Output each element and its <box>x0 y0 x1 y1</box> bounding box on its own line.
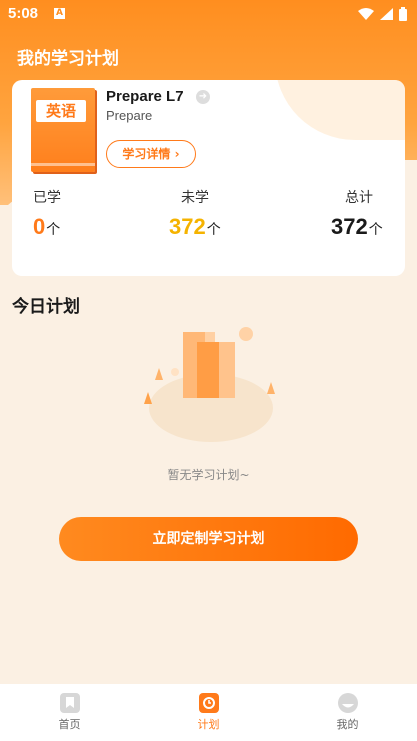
switch-book-icon[interactable]: ➜ <box>196 90 210 104</box>
tab-home-label: 首页 <box>58 718 81 731</box>
chevron-right-icon: › <box>170 147 180 161</box>
today-plan-title: 今日计划 <box>12 297 80 317</box>
tab-plan[interactable]: 计划 <box>139 684 278 741</box>
book-title: Prepare L7 <box>106 88 184 105</box>
signal-icon <box>380 8 393 20</box>
wifi-icon <box>358 8 374 20</box>
page-title: 我的学习计划 <box>17 49 119 69</box>
book-cover[interactable]: 英语 <box>31 88 95 172</box>
stat-total-value: 372个 <box>331 214 383 239</box>
tab-profile-label: 我的 <box>336 718 359 731</box>
study-detail-button[interactable]: 学习详情 › <box>106 140 196 168</box>
stat-learned-label: 已学 <box>33 190 61 206</box>
stat-learned-value: 0个 <box>33 214 61 239</box>
tab-profile[interactable]: 我的 <box>278 684 417 741</box>
profile-icon <box>337 693 358 713</box>
status-a-badge: A <box>54 8 65 19</box>
clock-icon <box>198 693 219 713</box>
tab-plan-label: 计划 <box>197 718 220 731</box>
tab-home[interactable]: 首页 <box>0 684 139 741</box>
bookmark-icon <box>59 693 80 713</box>
empty-plan-text: 暂无学习计划~ <box>167 468 250 482</box>
stat-unlearned-value: 372个 <box>169 214 221 239</box>
bottom-tab-bar: 首页 计划 我的 <box>0 684 417 741</box>
book-cover-line <box>31 163 95 166</box>
plan-card: 英语 Prepare L7 ➜ Prepare 学习详情 › 已学 0个 未学 … <box>12 80 405 276</box>
status-time: 5:08 <box>8 5 39 22</box>
study-detail-label: 学习详情 <box>122 147 171 161</box>
stat-total-label: 总计 <box>345 190 373 206</box>
create-plan-button[interactable]: 立即定制学习计划 <box>59 517 358 561</box>
card-decoration <box>275 80 405 140</box>
stat-unlearned-label: 未学 <box>181 190 209 206</box>
empty-books-illustration <box>144 327 275 442</box>
status-bar: 5:08 A <box>0 0 417 28</box>
book-cover-label: 英语 <box>36 100 86 122</box>
status-icons <box>358 7 407 21</box>
book-subtitle: Prepare <box>106 108 153 123</box>
battery-icon <box>399 7 407 21</box>
